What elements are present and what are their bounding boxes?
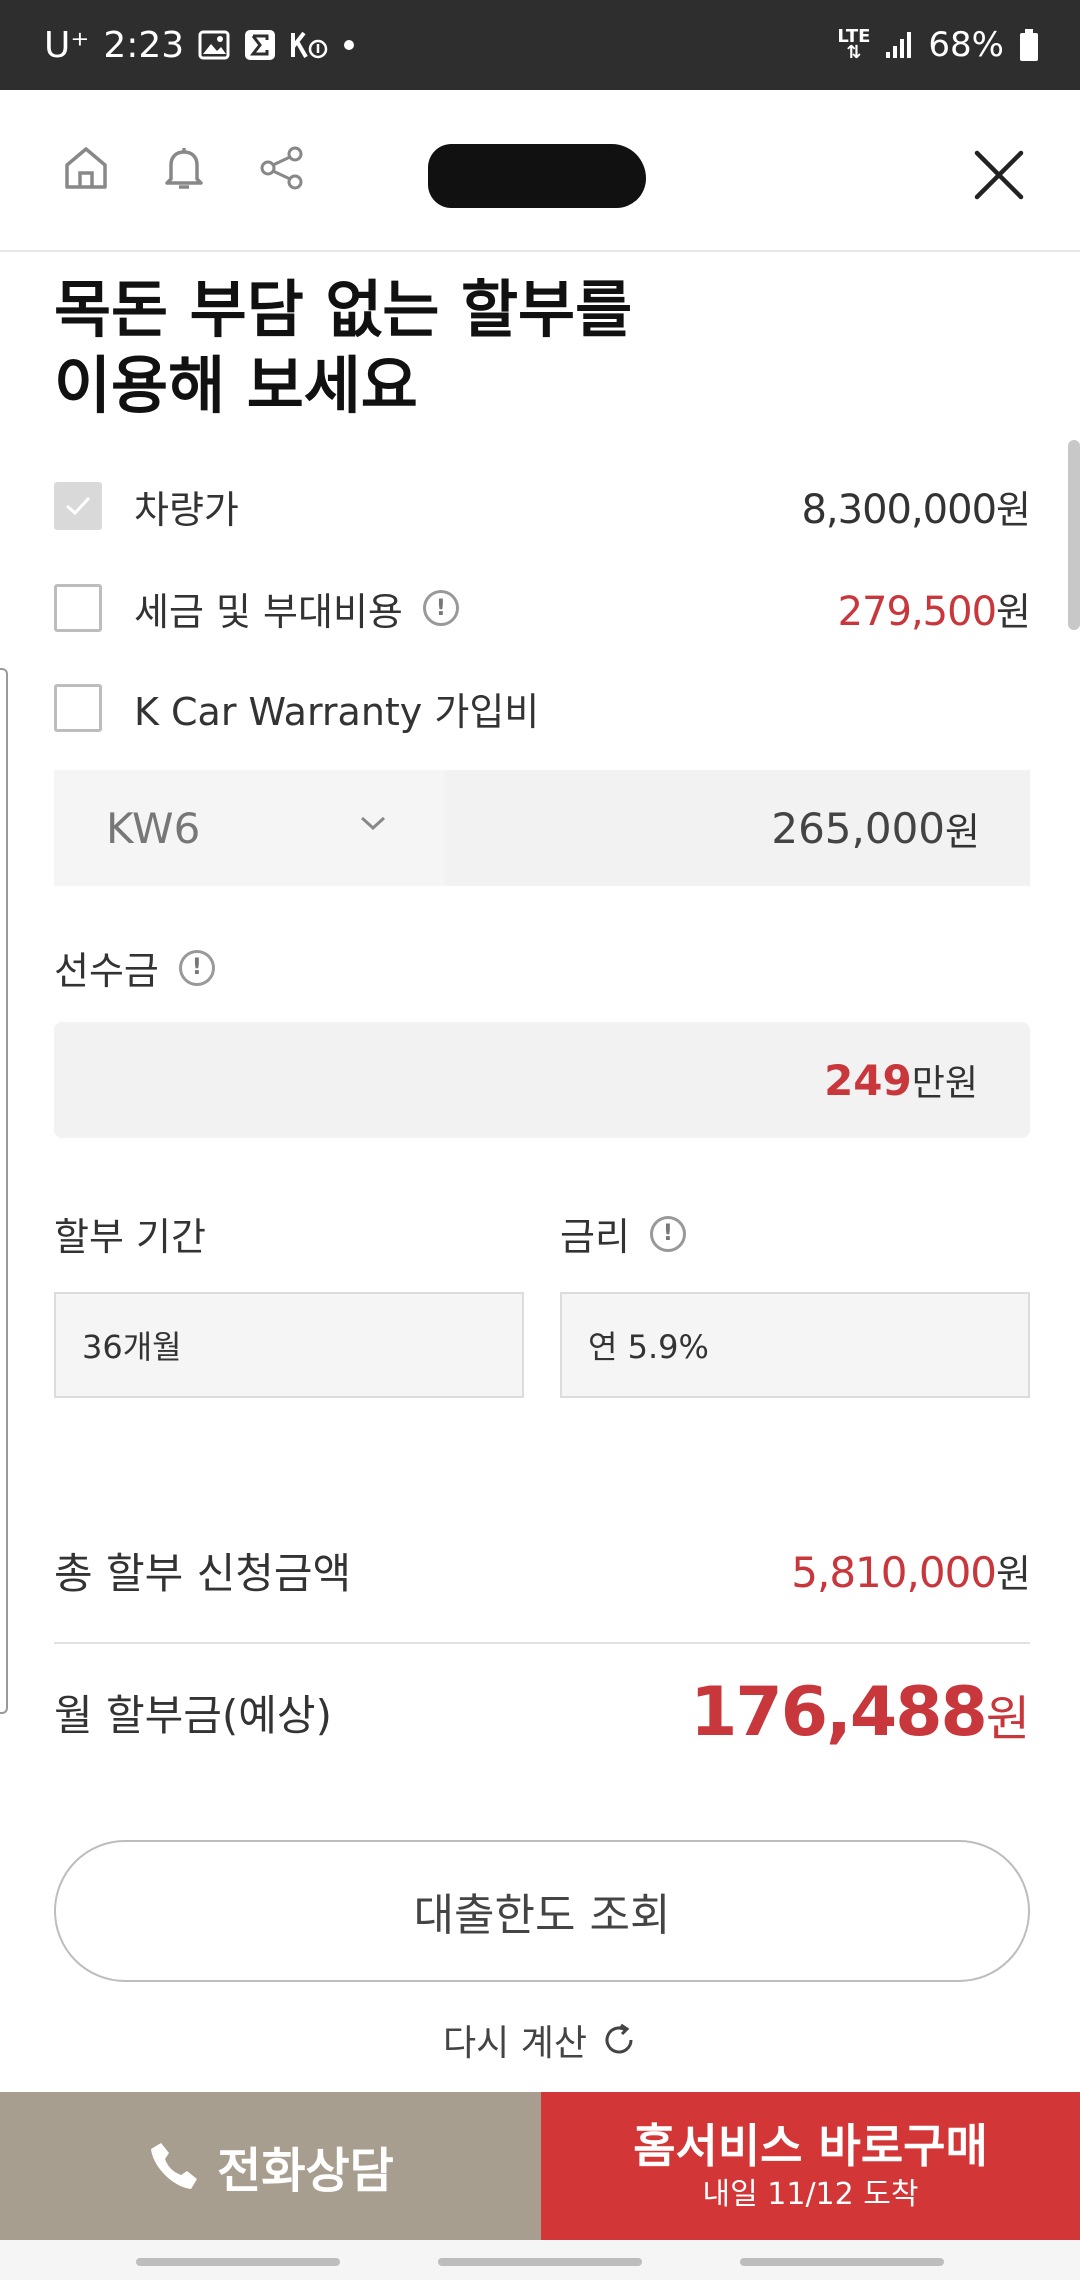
refresh-icon bbox=[605, 2023, 633, 2054]
system-nav-bar bbox=[0, 2240, 1080, 2280]
vehicle-price-value: 8,300,000원 bbox=[801, 486, 1031, 533]
loan-limit-button[interactable]: 대출한도 조회 bbox=[54, 1840, 1030, 1982]
status-bar: U⁺ 2:23 LTE ⇅ 68% bbox=[0, 0, 1080, 90]
page-title: 목돈 부담 없는 할부를 이용해 보세요 bbox=[54, 273, 633, 422]
deposit-input[interactable]: 249 만원 bbox=[54, 1022, 1030, 1138]
bell-icon bbox=[165, 148, 203, 189]
period-label-group: 할부 기간 bbox=[54, 1206, 206, 1261]
warranty-plan-select[interactable]: KW6 bbox=[54, 770, 444, 886]
home-button[interactable] bbox=[56, 138, 116, 198]
rate-field[interactable]: 연 5.9% bbox=[560, 1292, 1030, 1398]
tax-info-icon[interactable]: ! bbox=[422, 590, 459, 626]
close-button[interactable] bbox=[966, 142, 1032, 208]
back-nav-button[interactable] bbox=[740, 2258, 944, 2266]
vehicle-price-row: 차량가 8,300,000원 bbox=[54, 476, 1031, 536]
deposit-label: 선수금 bbox=[54, 949, 159, 993]
recalculate-label: 다시 계산 bbox=[443, 2023, 587, 2064]
tax-checkbox[interactable] bbox=[54, 584, 102, 632]
total-amount-value: 5,810,000원 bbox=[791, 1547, 1031, 1597]
warranty-plan-box: KW6 265,000 원 bbox=[54, 770, 1030, 886]
home-nav-button[interactable] bbox=[438, 2258, 642, 2266]
tax-value: 279,500원 bbox=[837, 588, 1031, 635]
period-label: 할부 기간 bbox=[54, 1215, 206, 1259]
total-amount-row: 총 할부 신청금액 5,810,000원 bbox=[54, 1540, 1031, 1600]
buy-sub-label: 내일 11/12 도착 bbox=[702, 2177, 919, 2212]
dot-icon bbox=[344, 40, 355, 50]
tax-row: 세금 및 부대비용 ! 279,500원 bbox=[54, 578, 1031, 638]
scrollbar[interactable] bbox=[1068, 440, 1080, 630]
share-button[interactable] bbox=[252, 138, 312, 198]
warranty-checkbox[interactable] bbox=[54, 684, 102, 732]
top-nav bbox=[0, 90, 1080, 252]
chevron-down-icon bbox=[360, 816, 386, 831]
carrier-label: U⁺ bbox=[44, 24, 90, 66]
side-edge bbox=[0, 668, 8, 1714]
home-icon bbox=[65, 147, 107, 189]
notification-app-icon bbox=[290, 29, 330, 61]
total-amount-label: 총 할부 신청금액 bbox=[54, 1548, 352, 1598]
bottom-cta-bar: 전화상담 홈서비스 바로구매 내일 11/12 도착 bbox=[0, 2092, 1080, 2240]
close-icon bbox=[974, 150, 1024, 200]
rate-label: 금리 bbox=[560, 1215, 630, 1259]
phone-consult-label: 전화상담 bbox=[217, 2143, 394, 2199]
rate-label-group: 금리 ! bbox=[560, 1206, 686, 1261]
period-field[interactable]: 36개월 bbox=[54, 1292, 524, 1398]
clock: 2:23 bbox=[103, 24, 185, 66]
signal-icon bbox=[884, 30, 914, 60]
warranty-plan-amount: 265,000 원 bbox=[771, 803, 980, 854]
vehicle-price-checkbox[interactable] bbox=[54, 482, 102, 530]
check-icon bbox=[66, 496, 91, 516]
status-left: U⁺ 2:23 bbox=[44, 0, 355, 90]
phone-icon bbox=[151, 2143, 198, 2189]
buy-main-label: 홈서비스 바로구매 bbox=[633, 2119, 988, 2173]
summary-divider bbox=[54, 1642, 1030, 1644]
warranty-label: K Car Warranty 가입비 bbox=[134, 689, 540, 734]
recalculate-button[interactable]: 다시 계산 bbox=[0, 2010, 1080, 2070]
battery-percent: 68% bbox=[928, 25, 1004, 65]
home-service-buy-button[interactable]: 홈서비스 바로구매 내일 11/12 도착 bbox=[541, 2092, 1080, 2240]
notification-button[interactable] bbox=[154, 138, 214, 198]
deposit-label-group: 선수금 ! bbox=[54, 940, 215, 995]
redacted-logo bbox=[428, 144, 646, 208]
battery-icon bbox=[1018, 28, 1040, 62]
recent-apps-button[interactable] bbox=[136, 2258, 340, 2266]
warranty-plan-selected: KW6 bbox=[106, 803, 201, 853]
monthly-payment-row: 월 할부금(예상) 176,488원 bbox=[54, 1672, 1030, 1752]
deposit-value: 249 bbox=[824, 1055, 912, 1105]
monthly-payment-label: 월 할부금(예상) bbox=[54, 1690, 332, 1740]
share-icon bbox=[260, 146, 303, 190]
vehicle-price-label: 차량가 bbox=[134, 487, 239, 532]
phone-consult-button[interactable]: 전화상담 bbox=[0, 2092, 541, 2240]
warranty-row: K Car Warranty 가입비 bbox=[54, 678, 1030, 738]
network-type: LTE ⇅ bbox=[837, 26, 871, 63]
rate-info-icon[interactable]: ! bbox=[649, 1215, 686, 1252]
sigma-icon bbox=[244, 29, 276, 61]
gallery-icon bbox=[198, 30, 230, 60]
deposit-unit: 만원 bbox=[911, 1063, 978, 1104]
deposit-info-icon[interactable]: ! bbox=[178, 949, 215, 986]
tax-label: 세금 및 부대비용 bbox=[134, 589, 403, 634]
status-right: LTE ⇅ 68% bbox=[837, 0, 1040, 90]
monthly-payment-value: 176,488원 bbox=[690, 1672, 1030, 1752]
